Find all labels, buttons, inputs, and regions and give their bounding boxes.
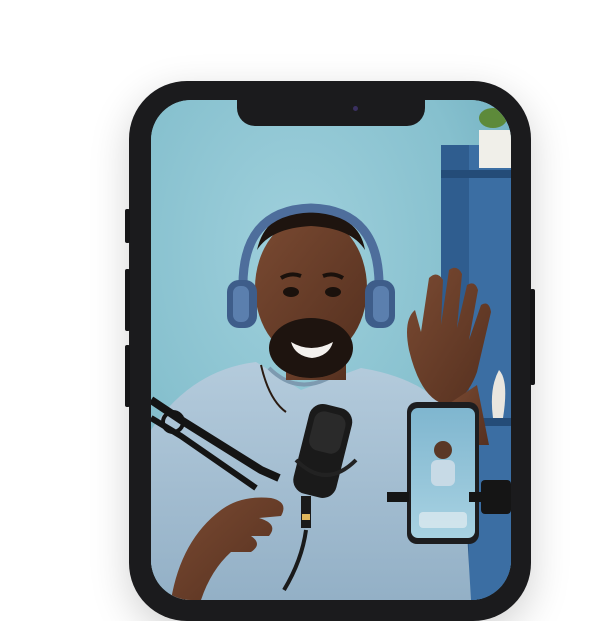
phone-power-button (530, 289, 535, 385)
head (255, 211, 367, 380)
front-camera-icon (353, 106, 358, 111)
phone-volume-down-button (125, 345, 130, 407)
smartphone-icon (407, 402, 479, 544)
podcast-host-photo (151, 100, 511, 600)
phone-volume-up-button (125, 269, 130, 331)
phone-notch (237, 100, 425, 126)
phone-screen (151, 100, 511, 600)
phone-silent-switch (125, 209, 130, 243)
